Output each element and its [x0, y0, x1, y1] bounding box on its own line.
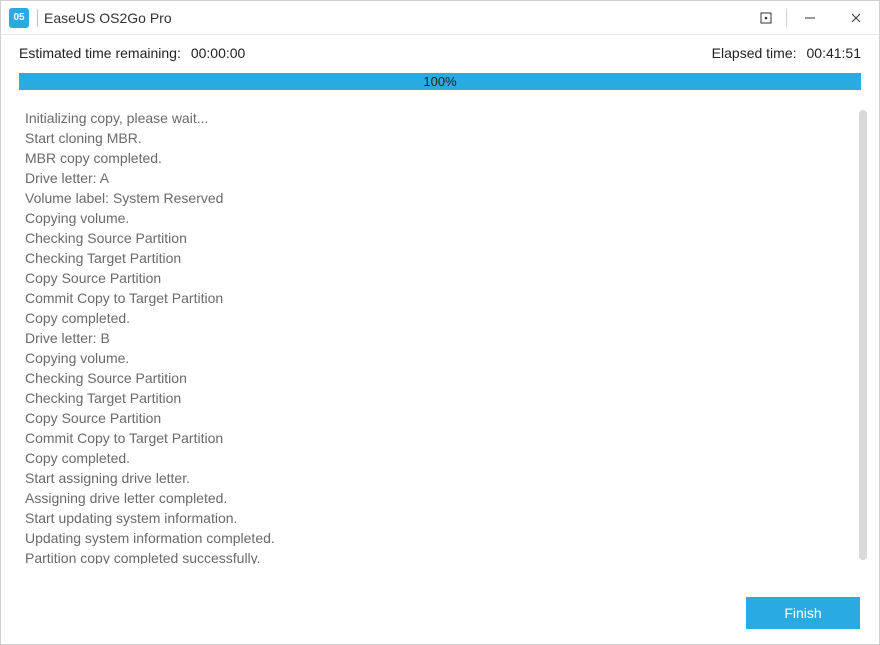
- log-line: Checking Source Partition: [25, 368, 867, 388]
- log-line: Assigning drive letter completed.: [25, 488, 867, 508]
- log-line: Checking Target Partition: [25, 248, 867, 268]
- remaining-value: 00:00:00: [191, 45, 246, 61]
- elapsed-value: 00:41:51: [807, 45, 862, 61]
- log-line: Commit Copy to Target Partition: [25, 428, 867, 448]
- close-icon: [850, 12, 862, 24]
- log-line: Copy Source Partition: [25, 408, 867, 428]
- progress-bar: 100%: [19, 73, 861, 90]
- title-divider: [37, 9, 38, 27]
- log-line: Start updating system information.: [25, 508, 867, 528]
- minimize-button[interactable]: [787, 1, 833, 34]
- log-line: Copying volume.: [25, 348, 867, 368]
- log-line: Start cloning MBR.: [25, 128, 867, 148]
- log-line: MBR copy completed.: [25, 148, 867, 168]
- app-icon: 05: [9, 8, 29, 28]
- close-button[interactable]: [833, 1, 879, 34]
- progress-bar-container: 100%: [19, 73, 861, 90]
- log-line: Copy completed.: [25, 308, 867, 328]
- app-title: EaseUS OS2Go Pro: [44, 10, 172, 26]
- log-line: Copy completed.: [25, 448, 867, 468]
- log-line: Copying volume.: [25, 208, 867, 228]
- remaining-label: Estimated time remaining:: [19, 45, 181, 61]
- log-line: Partition copy completed successfully.: [25, 548, 867, 564]
- time-row: Estimated time remaining: 00:00:00 Elaps…: [1, 35, 879, 73]
- footer: Finish: [746, 597, 860, 629]
- progress-percent: 100%: [19, 73, 861, 90]
- elapsed-label: Elapsed time:: [712, 45, 797, 61]
- log-lines: Initializing copy, please wait...Start c…: [25, 108, 867, 564]
- log-line: Drive letter: B: [25, 328, 867, 348]
- titlebar: 05 EaseUS OS2Go Pro: [1, 1, 879, 35]
- scrollbar[interactable]: [859, 110, 867, 560]
- log-line: Drive letter: A: [25, 168, 867, 188]
- log-line: Volume label: System Reserved: [25, 188, 867, 208]
- dot-square-icon: [760, 12, 772, 24]
- log-line: Initializing copy, please wait...: [25, 108, 867, 128]
- minimize-icon: [804, 12, 816, 24]
- log-area: Initializing copy, please wait...Start c…: [25, 108, 867, 564]
- extra-button[interactable]: [746, 1, 786, 34]
- log-line: Checking Source Partition: [25, 228, 867, 248]
- log-line: Checking Target Partition: [25, 388, 867, 408]
- log-line: Updating system information completed.: [25, 528, 867, 548]
- window-controls: [746, 1, 879, 34]
- log-line: Start assigning drive letter.: [25, 468, 867, 488]
- finish-button[interactable]: Finish: [746, 597, 860, 629]
- log-line: Commit Copy to Target Partition: [25, 288, 867, 308]
- log-line: Copy Source Partition: [25, 268, 867, 288]
